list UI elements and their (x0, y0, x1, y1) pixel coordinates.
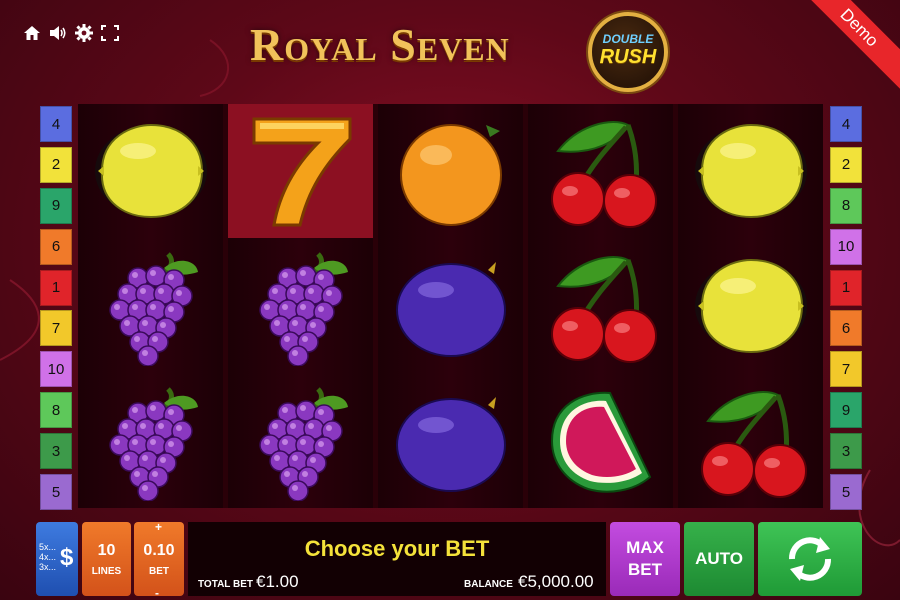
reel (228, 104, 373, 508)
payline-indicator[interactable]: 6 (40, 228, 72, 265)
lines-value: 10 (97, 541, 116, 559)
payline-indicator[interactable]: 3 (830, 433, 862, 470)
top-toolbar (22, 22, 120, 44)
watermelon-symbol (528, 374, 673, 508)
max-bet-label: MAX BET (626, 538, 664, 579)
payline-indicator[interactable]: 1 (40, 269, 72, 306)
plum-symbol (378, 374, 523, 508)
payline-indicator[interactable]: 2 (40, 146, 72, 183)
payline-indicator[interactable]: 10 (40, 351, 72, 388)
payline-indicator[interactable]: 2 (830, 146, 862, 183)
home-icon[interactable] (22, 22, 42, 44)
payline-indicator[interactable]: 7 (830, 351, 862, 388)
payline-indicator[interactable]: 9 (40, 187, 72, 224)
grapes-symbol (228, 239, 373, 373)
lemon-symbol (78, 104, 223, 238)
payline-indicator[interactable]: 4 (830, 106, 862, 142)
bet-minus-icon[interactable]: - (155, 586, 159, 600)
payline-indicator[interactable]: 1 (830, 269, 862, 306)
payline-indicator[interactable]: 7 (40, 310, 72, 347)
reel (378, 104, 523, 508)
spin-arrows-icon (789, 537, 831, 581)
orange-symbol (378, 104, 523, 238)
bet-plus-icon[interactable]: + (155, 520, 162, 534)
payline-indicator[interactable]: 8 (40, 392, 72, 429)
reel (678, 104, 823, 508)
bet-button[interactable]: + 0.10 BET - (134, 520, 184, 600)
balance-label: BALANCE (464, 579, 513, 590)
payline-indicator[interactable]: 4 (40, 106, 72, 142)
lines-label: LINES (91, 565, 122, 577)
payline-indicator[interactable]: 6 (830, 310, 862, 347)
reel-grid (78, 104, 823, 508)
fullscreen-icon[interactable] (100, 22, 120, 44)
grapes-symbol (228, 374, 373, 508)
payline-indicator[interactable]: 9 (830, 392, 862, 429)
double-rush-badge: DOUBLE RUSH (588, 12, 668, 92)
multiplier-3x: 3x... (39, 562, 57, 572)
seven-symbol (228, 104, 373, 238)
total-bet-label: TOTAL BET (198, 579, 253, 590)
payline-indicator[interactable]: 10 (830, 228, 862, 265)
payline-indicators-right: 4 2 8 10 1 6 7 9 3 5 (830, 106, 862, 515)
badge-line2: RUSH (599, 46, 657, 68)
grapes-symbol (78, 239, 223, 373)
badge-line1: DOUBLE (602, 32, 654, 46)
payline-indicator[interactable]: 3 (40, 433, 72, 470)
dollar-icon: $ (60, 544, 74, 571)
status-message: Choose your BET (304, 536, 490, 561)
auto-button[interactable]: AUTO (684, 522, 754, 596)
bet-label: BET (149, 565, 169, 577)
game-logo: Royal Seven DOUBLE RUSH (250, 12, 670, 92)
payline-indicator[interactable]: 8 (830, 187, 862, 224)
cherry-symbol (528, 104, 673, 238)
multiplier-5x: 5x... (39, 542, 57, 552)
gear-icon[interactable] (74, 22, 94, 44)
payline-indicators-left: 4 2 9 6 1 7 10 8 3 5 (40, 106, 72, 515)
payline-indicator[interactable]: 5 (40, 474, 72, 511)
coin-multipliers: 5x... 4x... 3x... (39, 542, 56, 572)
lemon-symbol (678, 104, 823, 238)
control-bar: 5x... 4x... 3x... $ 10 LINES + 0.10 BET … (36, 520, 862, 600)
demo-ribbon: Demo (796, 0, 900, 91)
cherry-symbol (528, 239, 673, 373)
grapes-symbol (78, 374, 223, 508)
speaker-icon[interactable] (48, 22, 68, 44)
message-panel: Choose your BET TOTAL BET €1.00 BALANCE … (188, 522, 606, 596)
total-bet-value: €1.00 (256, 572, 299, 591)
auto-label: AUTO (695, 549, 743, 568)
lemon-symbol (678, 239, 823, 373)
coin-value-button[interactable]: 5x... 4x... 3x... $ (36, 522, 78, 596)
max-bet-button[interactable]: MAX BET (610, 522, 680, 596)
game-title: Royal Seven (250, 19, 510, 70)
spin-button[interactable] (758, 522, 862, 596)
multiplier-4x: 4x... (39, 552, 57, 562)
lines-button[interactable]: 10 LINES (82, 522, 131, 596)
payline-indicator[interactable]: 5 (830, 474, 862, 511)
plum-symbol (378, 239, 523, 373)
reel (78, 104, 223, 508)
bet-value: 0.10 (143, 541, 175, 559)
cherry-symbol (678, 374, 823, 508)
reel (528, 104, 673, 508)
balance-value: €5,000.00 (518, 572, 594, 591)
